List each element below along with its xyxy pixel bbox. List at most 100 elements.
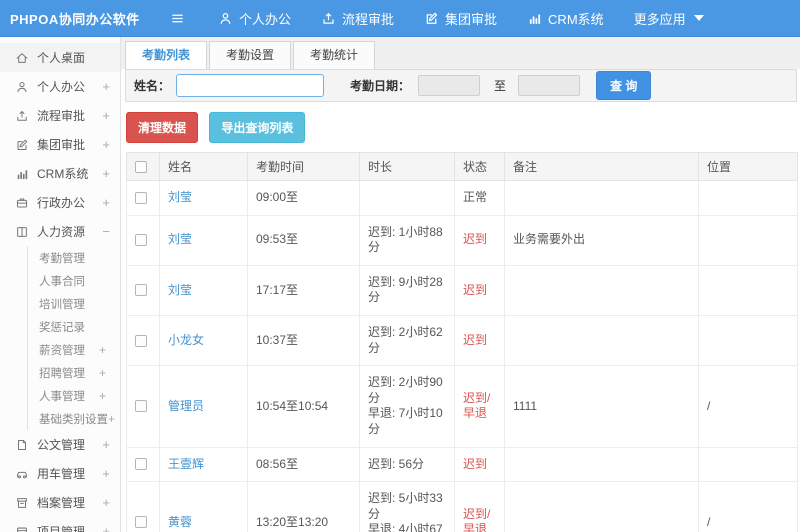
sidebar-subitem-培训管理[interactable]: 培训管理 xyxy=(28,292,120,315)
employee-name-link[interactable]: 黄蓉 xyxy=(168,515,192,529)
topnav-item-label: 集团审批 xyxy=(445,11,498,27)
export-list-button[interactable]: 导出查询列表 xyxy=(209,112,306,143)
user-icon xyxy=(15,80,29,94)
expand-toggle-icon[interactable]: + xyxy=(102,166,110,181)
tab-bar: 考勤列表 考勤设置 考勤统计 xyxy=(121,37,800,69)
row-checkbox[interactable] xyxy=(135,400,147,413)
employee-name-link[interactable]: 王壹辉 xyxy=(168,457,204,471)
sidebar-subitem-基础类别设置[interactable]: 基础类别设置 + xyxy=(28,407,120,430)
cell-name: 刘莹 xyxy=(159,264,248,316)
table-row: 刘莹 09:00至 正常 xyxy=(126,180,798,216)
date-to-input[interactable] xyxy=(518,75,581,96)
cell-duration: 迟到: 2小时62分 xyxy=(359,314,455,367)
expand-toggle-icon[interactable]: + xyxy=(102,437,110,452)
sidebar-item-label: 集团审批 xyxy=(37,138,86,152)
cell-select xyxy=(126,314,160,367)
cell-note xyxy=(504,264,699,316)
date-label: 考勤日期： xyxy=(350,79,411,93)
expand-toggle-icon[interactable]: + xyxy=(102,195,110,210)
sidebar-subitem-label: 奖惩记录 xyxy=(39,321,85,334)
sidebar-item-项目管理[interactable]: 项目管理 + xyxy=(0,517,120,532)
row-checkbox[interactable] xyxy=(135,458,147,471)
sidebar-item-label: 公文管理 xyxy=(37,438,86,452)
sidebar-item-行政办公[interactable]: 行政办公 + xyxy=(0,188,120,217)
sidebar-subitem-人事合同[interactable]: 人事合同 xyxy=(28,269,120,292)
topnav-item-集团审批[interactable]: 集团审批 xyxy=(409,0,512,36)
cell-name: 刘莹 xyxy=(159,214,248,266)
row-checkbox[interactable] xyxy=(135,334,147,347)
cell-select xyxy=(126,481,160,532)
topnav-item-CRM系统[interactable]: CRM系统 xyxy=(512,0,619,36)
expand-toggle-icon[interactable]: + xyxy=(108,412,115,426)
sidebar-subitem-招聘管理[interactable]: 招聘管理 + xyxy=(28,361,120,384)
date-from-input[interactable] xyxy=(418,75,481,96)
menu-toggle-icon[interactable] xyxy=(170,11,185,26)
select-all-checkbox[interactable] xyxy=(135,160,147,173)
table-row: 黄蓉13:20至13:20迟到: 5小时33分早退: 4小时67分迟到/早退/ xyxy=(126,481,798,532)
name-input[interactable] xyxy=(176,74,325,97)
expand-toggle-icon[interactable]: − xyxy=(102,224,110,239)
expand-toggle-icon[interactable]: + xyxy=(102,79,110,94)
table-row: 刘莹 17:17至 迟到: 9小时28分 迟到 xyxy=(126,264,798,316)
app-logo[interactable]: PHPOA协同办公软件 xyxy=(0,9,150,28)
user-icon xyxy=(218,11,233,26)
sidebar-item-档案管理[interactable]: 档案管理 + xyxy=(0,488,120,517)
sidebar-item-用车管理[interactable]: 用车管理 + xyxy=(0,459,120,488)
tab-考勤列表[interactable]: 考勤列表 xyxy=(125,41,208,69)
sidebar-item-人力资源[interactable]: 人力资源 − xyxy=(0,217,120,246)
sidebar-subitem-人事管理[interactable]: 人事管理 + xyxy=(28,384,120,407)
expand-toggle-icon[interactable]: + xyxy=(99,366,106,380)
column-header-状态: 状态 xyxy=(454,152,505,181)
expand-toggle-icon[interactable]: + xyxy=(99,343,106,357)
tab-考勤设置[interactable]: 考勤设置 xyxy=(209,41,292,69)
sidebar-item-流程审批[interactable]: 流程审批 + xyxy=(0,101,120,130)
expand-toggle-icon[interactable]: + xyxy=(102,495,110,510)
cell-note xyxy=(504,481,699,532)
row-checkbox[interactable] xyxy=(135,234,147,247)
expand-toggle-icon[interactable]: + xyxy=(102,108,110,123)
sidebar-item-个人桌面[interactable]: 个人桌面 xyxy=(0,43,120,72)
sidebar-subitem-考勤管理[interactable]: 考勤管理 xyxy=(28,246,120,269)
cell-time: 10:37至 xyxy=(247,314,360,367)
expand-toggle-icon[interactable]: + xyxy=(102,466,110,481)
sidebar-item-公文管理[interactable]: 公文管理 + xyxy=(0,430,120,459)
topnav-item-流程审批[interactable]: 流程审批 xyxy=(306,0,409,36)
flow-icon xyxy=(321,11,336,26)
employee-name-link[interactable]: 刘莹 xyxy=(168,283,192,297)
duration-line: 迟到: 56分 xyxy=(368,456,425,471)
expand-toggle-icon[interactable]: + xyxy=(102,524,110,532)
table-header-row: 姓名 考勤时间 时长 状态 备注 位置 xyxy=(126,152,798,181)
cell-location xyxy=(698,314,798,367)
duration-line: 迟到: 9小时28分 xyxy=(368,274,443,305)
search-button[interactable]: 查 询 xyxy=(596,71,652,100)
topnav-item-更多应用[interactable]: 更多应用 xyxy=(619,0,719,36)
cell-name: 管理员 xyxy=(159,365,248,448)
cell-name: 王壹辉 xyxy=(159,446,248,483)
sidebar-subitem-奖惩记录[interactable]: 奖惩记录 xyxy=(28,315,120,338)
employee-name-link[interactable]: 刘莹 xyxy=(168,190,192,204)
tab-考勤统计[interactable]: 考勤统计 xyxy=(293,41,376,69)
employee-name-link[interactable]: 刘莹 xyxy=(168,232,192,246)
status-badge: 迟到/早退 xyxy=(463,506,491,532)
sidebar-item-集团审批[interactable]: 集团审批 + xyxy=(0,130,120,159)
employee-name-link[interactable]: 小龙女 xyxy=(168,333,204,347)
expand-toggle-icon[interactable]: + xyxy=(102,137,110,152)
cell-duration: 迟到: 1小时88分 xyxy=(359,214,455,266)
sidebar-subitem-薪资管理[interactable]: 薪资管理 + xyxy=(28,338,120,361)
sidebar-item-CRM系统[interactable]: CRM系统 + xyxy=(0,159,120,188)
cell-note xyxy=(504,314,699,367)
row-checkbox[interactable] xyxy=(135,516,147,529)
select-all-header-cell xyxy=(126,152,160,181)
row-checkbox[interactable] xyxy=(135,284,147,297)
sidebar-item-个人办公[interactable]: 个人办公 + xyxy=(0,72,120,101)
topnav-item-个人办公[interactable]: 个人办公 xyxy=(203,0,306,36)
cell-time: 09:00至 xyxy=(247,180,360,216)
row-checkbox[interactable] xyxy=(135,191,147,204)
topnav-item-label: 更多应用 xyxy=(633,11,686,27)
status-badge: 迟到/早退 xyxy=(463,390,491,421)
expand-toggle-icon[interactable]: + xyxy=(99,389,106,403)
chart-icon xyxy=(15,167,29,181)
clean-data-button[interactable]: 清理数据 xyxy=(126,112,199,143)
employee-name-link[interactable]: 管理员 xyxy=(168,399,204,413)
column-header-备注: 备注 xyxy=(504,152,699,181)
